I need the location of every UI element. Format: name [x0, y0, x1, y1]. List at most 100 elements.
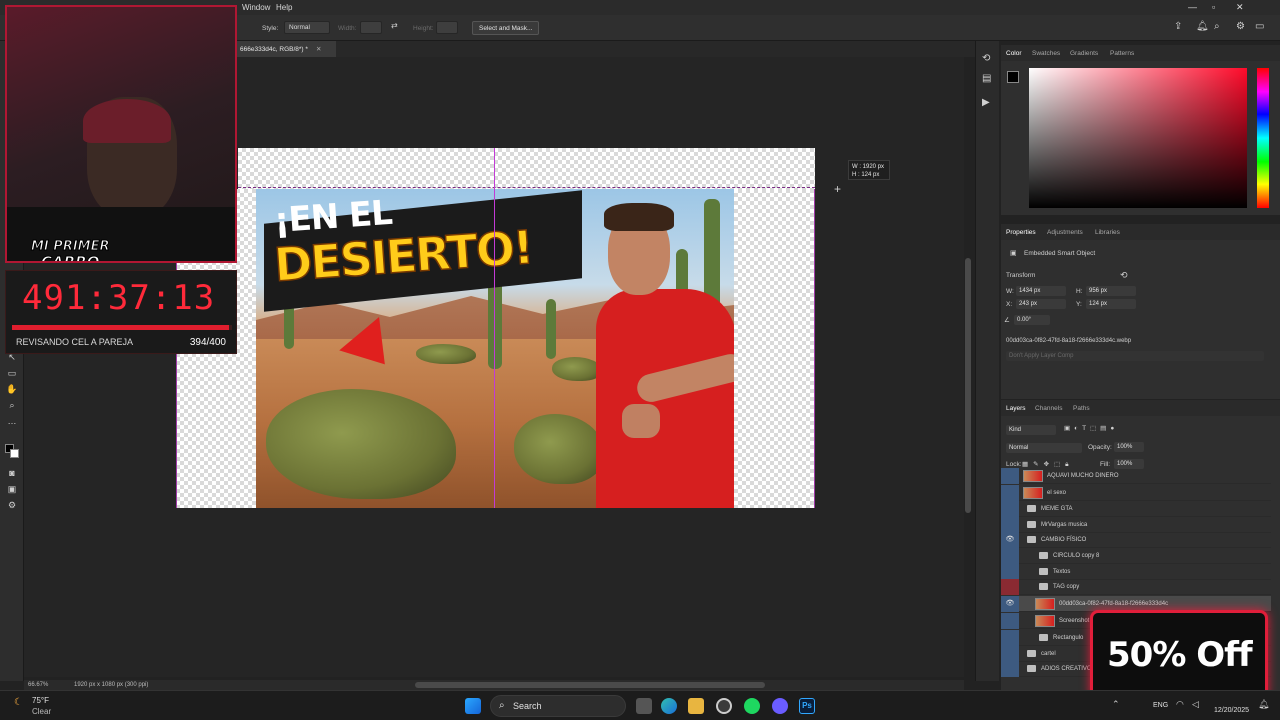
document-tab[interactable]: 666e333d4c, RGB/8*) * ✕	[236, 41, 336, 57]
gear-icon[interactable]: ⚙	[1236, 21, 1245, 32]
wifi-icon[interactable]: ◠	[1176, 699, 1184, 710]
maximize-icon[interactable]: ▫	[1212, 2, 1215, 12]
layer-row[interactable]: AQUAVI MUCHO DINERO	[1001, 468, 1271, 484]
y-field[interactable]: 124 px	[1086, 299, 1136, 309]
opacity-field[interactable]: 100%	[1114, 442, 1144, 452]
edit-toolbar-icon[interactable]: ⚙	[5, 499, 19, 511]
x-field[interactable]: 243 px	[1016, 299, 1066, 309]
horizontal-scrollbar[interactable]	[415, 682, 765, 688]
bell-icon[interactable]: 🔔︎	[1196, 21, 1209, 32]
layer-filter-kind[interactable]: Kind	[1006, 425, 1056, 435]
tab-patterns[interactable]: Patterns	[1110, 50, 1134, 57]
layer-filter-icons[interactable]: ▣◐T⬚▤●	[1064, 424, 1118, 432]
screen-mode-icon[interactable]: ▣	[5, 483, 19, 495]
file-explorer-icon[interactable]	[688, 698, 704, 714]
search-icon[interactable]: ⌕	[1214, 21, 1220, 32]
streamer-cap	[83, 99, 171, 143]
zoom-tool-icon[interactable]: ⌕	[5, 399, 19, 411]
layer-comp-select[interactable]: Don't Apply Layer Comp	[1006, 351, 1264, 361]
spotify-icon[interactable]	[744, 698, 760, 714]
close-icon[interactable]: ✕	[1236, 2, 1244, 13]
layer-row[interactable]: CIRCULO copy 8	[1001, 548, 1271, 564]
layer-row[interactable]: el sexo	[1001, 485, 1271, 501]
tab-color[interactable]: Color	[1006, 50, 1022, 57]
background-swatch[interactable]	[10, 449, 19, 458]
weather-icon[interactable]: ☾	[14, 697, 23, 708]
layer-visibility-icon[interactable]	[1001, 630, 1019, 646]
layer-visibility-icon[interactable]	[1001, 548, 1019, 564]
minimize-icon[interactable]: —	[1188, 2, 1197, 12]
layer-visibility-icon[interactable]: 👁︎	[1001, 532, 1019, 548]
color-field[interactable]	[1029, 68, 1247, 208]
task-view-icon[interactable]	[636, 698, 652, 714]
tab-swatches[interactable]: Swatches	[1032, 50, 1060, 57]
language-indicator[interactable]: ENG	[1153, 702, 1168, 709]
photoshop-icon[interactable]: Ps	[799, 698, 815, 714]
layer-visibility-icon[interactable]	[1001, 485, 1019, 501]
hue-slider[interactable]	[1257, 68, 1269, 208]
tab-gradients[interactable]: Gradients	[1070, 50, 1098, 57]
layer-row[interactable]: Textos	[1001, 564, 1271, 580]
layer-visibility-icon[interactable]	[1001, 501, 1019, 517]
goal-count: 394/400	[189, 337, 226, 348]
iguana	[552, 357, 602, 381]
comments-icon[interactable]: ▤	[982, 73, 991, 84]
menu-window[interactable]: Window	[242, 3, 270, 12]
layer-row[interactable]: MrVargas musica	[1001, 517, 1271, 533]
weather-temp[interactable]: 75°F	[32, 696, 49, 705]
menu-help[interactable]: Help	[276, 3, 292, 12]
swap-icon[interactable]: ⇄	[391, 21, 398, 30]
layer-visibility-icon[interactable]	[1001, 517, 1019, 533]
hand-tool-icon[interactable]: ✋	[5, 383, 19, 395]
share-icon[interactable]: ⇪	[1174, 21, 1182, 32]
volume-icon[interactable]: ◁	[1192, 699, 1199, 710]
tab-layers[interactable]: Layers	[1006, 405, 1026, 412]
document-info[interactable]: 1920 px x 1080 px (300 ppi)	[74, 682, 148, 688]
layer-visibility-icon[interactable]	[1001, 661, 1019, 677]
notification-icon[interactable]: 🔔︎	[1258, 699, 1269, 710]
workspace-icon[interactable]: ▭	[1255, 21, 1264, 32]
history-icon[interactable]: ⟲	[982, 53, 990, 64]
select-and-mask-button[interactable]: Select and Mask...	[472, 21, 540, 35]
marquee-tool-icon[interactable]: ▭	[5, 367, 19, 379]
tab-libraries[interactable]: Libraries	[1095, 229, 1120, 236]
zoom-level[interactable]: 66.67%	[28, 682, 48, 688]
thumbnail-image[interactable]: ¡EN EL DESIERTO!	[256, 189, 734, 508]
start-icon[interactable]	[465, 698, 481, 714]
style-select[interactable]: Normal	[284, 21, 330, 34]
layer-row[interactable]: TAG copy	[1001, 579, 1271, 595]
layer-visibility-icon[interactable]	[1001, 564, 1019, 580]
layer-visibility-icon[interactable]	[1001, 579, 1019, 595]
angle-field[interactable]: 0.00°	[1014, 315, 1050, 325]
tray-chevron-icon[interactable]: ⌃	[1112, 699, 1120, 710]
layer-visibility-icon[interactable]	[1001, 468, 1019, 484]
w-field[interactable]: 1434 px	[1016, 286, 1066, 296]
discord-icon[interactable]	[772, 698, 788, 714]
edge-icon[interactable]	[661, 698, 677, 714]
foreground-color-swatch[interactable]	[1007, 71, 1019, 83]
reset-transform-icon[interactable]: ⟲	[1120, 270, 1128, 281]
tab-close-icon[interactable]: ✕	[316, 46, 321, 53]
blend-mode-select[interactable]: Normal	[1006, 443, 1082, 453]
folder-icon	[1039, 552, 1048, 559]
more-tools-icon[interactable]: …	[5, 415, 19, 427]
h-field[interactable]: 956 px	[1086, 286, 1136, 296]
layer-visibility-icon[interactable]	[1001, 646, 1019, 662]
tab-properties[interactable]: Properties	[1006, 229, 1036, 236]
height-input[interactable]	[436, 21, 458, 34]
quick-mask-icon[interactable]: ◙	[5, 467, 19, 479]
tab-paths[interactable]: Paths	[1073, 405, 1090, 412]
layer-visibility-icon[interactable]: 👁︎	[1001, 596, 1019, 612]
layer-row[interactable]: MEME GTA	[1001, 501, 1271, 517]
clock-date[interactable]: 12/20/2025	[1214, 707, 1249, 714]
tab-adjustments[interactable]: Adjustments	[1047, 229, 1083, 236]
obs-icon[interactable]	[716, 698, 732, 714]
layer-visibility-icon[interactable]	[1001, 613, 1019, 629]
actions-icon[interactable]: ▶	[982, 97, 990, 108]
promo-text: 50% Off	[1107, 635, 1253, 675]
vertical-scrollbar[interactable]	[965, 258, 971, 513]
width-input[interactable]	[360, 21, 382, 34]
layer-row[interactable]: 👁︎ CAMBIO FÍSICO	[1001, 532, 1271, 548]
taskbar-search[interactable]: ⌕ Search	[490, 695, 626, 717]
tab-channels[interactable]: Channels	[1035, 405, 1062, 412]
